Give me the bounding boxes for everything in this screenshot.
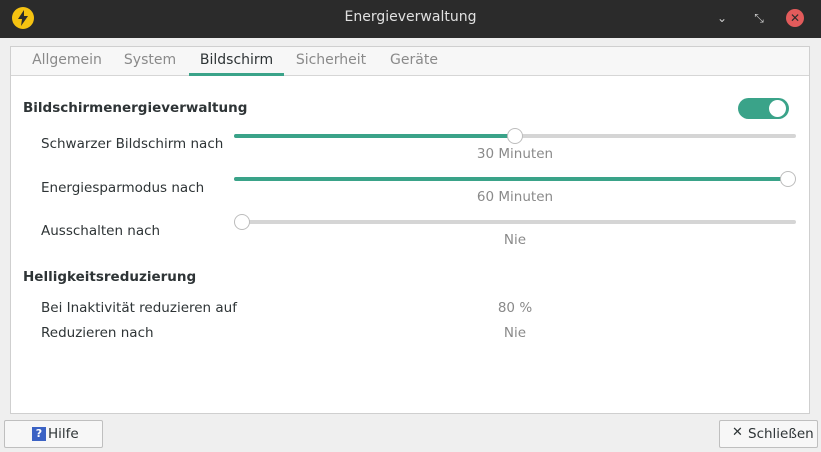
- slider-handle[interactable]: [780, 171, 796, 187]
- reduce-after-value[interactable]: Nie: [465, 325, 565, 341]
- slider-handle[interactable]: [234, 214, 250, 230]
- slider-fill: [234, 134, 515, 138]
- tab-geraete[interactable]: Geräte: [384, 47, 444, 76]
- brightness-title: Helligkeitsreduzierung: [23, 269, 197, 285]
- help-button[interactable]: ? Hilfe: [4, 420, 103, 448]
- window-title: Energieverwaltung: [344, 9, 477, 25]
- window-body: Allgemein System Bildschirm Sicherheit G…: [0, 38, 821, 452]
- tab-bar: Allgemein System Bildschirm Sicherheit G…: [11, 47, 809, 76]
- blank-screen-value: 30 Minuten: [476, 146, 554, 162]
- display-power-toggle[interactable]: [738, 98, 789, 119]
- tab-allgemein[interactable]: Allgemein: [23, 47, 111, 76]
- settings-panel: Allgemein System Bildschirm Sicherheit G…: [10, 46, 810, 414]
- switch-off-label: Ausschalten nach: [41, 223, 161, 239]
- sleep-mode-slider[interactable]: [234, 170, 796, 188]
- slider-handle[interactable]: [507, 128, 523, 144]
- display-power-title: Bildschirmenergieverwaltung: [23, 100, 248, 116]
- switch-off-value: Nie: [503, 232, 527, 248]
- blank-screen-slider[interactable]: [234, 127, 796, 145]
- slider-track: [234, 220, 796, 224]
- reduce-after-label: Reduzieren nach: [41, 325, 154, 341]
- close-button[interactable]: ✕ Schließen: [719, 420, 818, 448]
- tab-system[interactable]: System: [117, 47, 183, 76]
- blank-screen-label: Schwarzer Bildschirm nach: [41, 136, 224, 152]
- maximize-button[interactable]: ⤡: [750, 9, 768, 27]
- sleep-mode-label: Energiesparmodus nach: [41, 180, 205, 196]
- help-button-label: Hilfe: [48, 426, 79, 442]
- tab-sicherheit[interactable]: Sicherheit: [290, 47, 372, 76]
- reduce-to-value[interactable]: 80 %: [465, 300, 565, 316]
- reduce-to-label: Bei Inaktivität reduzieren auf: [41, 300, 237, 316]
- switch-off-slider[interactable]: [234, 213, 796, 231]
- close-icon: ✕: [732, 425, 743, 440]
- close-window-button[interactable]: ✕: [786, 9, 804, 27]
- minimize-button[interactable]: ⌄: [713, 9, 731, 27]
- close-button-label: Schließen: [748, 426, 814, 442]
- title-bar: Energieverwaltung ⌄ ⤡ ✕: [0, 0, 821, 38]
- tab-bildschirm[interactable]: Bildschirm: [189, 47, 284, 76]
- help-icon: ?: [32, 427, 46, 441]
- slider-fill: [234, 177, 788, 181]
- toggle-knob: [769, 100, 786, 117]
- sleep-mode-value: 60 Minuten: [476, 189, 554, 205]
